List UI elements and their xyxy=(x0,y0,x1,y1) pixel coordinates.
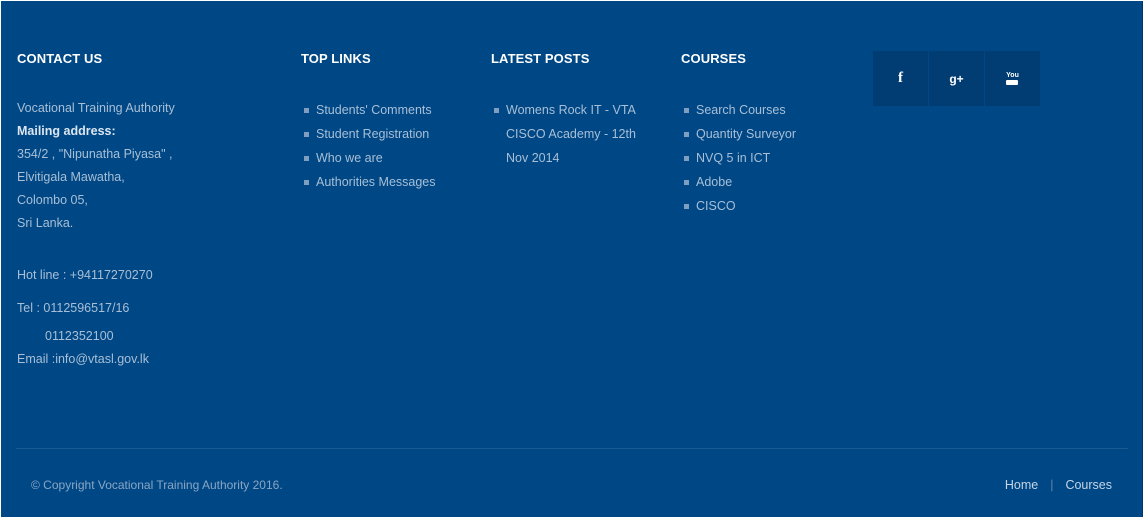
course-link-quantity-surveyor[interactable]: Quantity Surveyor xyxy=(681,122,851,146)
square-bullet-icon xyxy=(304,108,309,113)
square-bullet-icon xyxy=(684,108,689,113)
courses-heading: COURSES xyxy=(681,51,746,66)
address-line: Elvitigala Mawatha, xyxy=(17,170,125,184)
square-bullet-icon xyxy=(304,180,309,185)
square-bullet-icon xyxy=(494,108,499,113)
square-bullet-icon xyxy=(304,156,309,161)
footer-divider xyxy=(16,448,1128,449)
telephone-secondary: 0112352100 xyxy=(45,329,114,343)
google-plus-button[interactable]: g+ xyxy=(929,51,984,106)
square-bullet-icon xyxy=(684,132,689,137)
nav-separator: | xyxy=(1050,478,1054,492)
course-link-search-courses[interactable]: Search Courses xyxy=(681,98,851,122)
top-links-heading: TOP LINKS xyxy=(301,51,371,66)
square-bullet-icon xyxy=(684,204,689,209)
contact-heading: CONTACT US xyxy=(17,51,103,66)
contact-us-column: CONTACT US Vocational Training Authority… xyxy=(17,50,277,371)
facebook-button[interactable]: f xyxy=(873,51,928,106)
copyright-text: © Copyright Vocational Training Authorit… xyxy=(31,478,283,492)
square-bullet-icon xyxy=(684,156,689,161)
courses-column: COURSES Search Courses Quantity Surveyor… xyxy=(681,50,851,218)
site-footer: CONTACT US Vocational Training Authority… xyxy=(1,1,1143,517)
latest-post-link[interactable]: Womens Rock IT - VTA CISCO Academy - 12t… xyxy=(491,98,661,170)
youtube-button[interactable]: You xyxy=(985,51,1040,106)
course-link-adobe[interactable]: Adobe xyxy=(681,170,851,194)
top-link-student-registration[interactable]: Student Registration xyxy=(301,122,481,146)
facebook-icon: f xyxy=(898,70,903,86)
address-line: 354/2 , "Nipunatha Piyasa" , xyxy=(17,147,173,161)
latest-posts-column: LATEST POSTS Womens Rock IT - VTA CISCO … xyxy=(491,50,661,170)
square-bullet-icon xyxy=(304,132,309,137)
address-line: Colombo 05, xyxy=(17,193,88,207)
youtube-icon: You xyxy=(1006,72,1019,85)
email: Email :info@vtasl.gov.lk xyxy=(17,352,149,366)
course-link-nvq5-ict[interactable]: NVQ 5 in ICT xyxy=(681,146,851,170)
footer-nav: Home | Courses xyxy=(1005,478,1112,492)
footer-nav-home[interactable]: Home xyxy=(1005,478,1038,492)
top-link-authorities-messages[interactable]: Authorities Messages xyxy=(301,170,481,194)
top-link-who-we-are[interactable]: Who we are xyxy=(301,146,481,170)
social-links: f g+ You xyxy=(873,51,1041,106)
telephone: Tel : 0112596517/16 xyxy=(17,301,130,315)
latest-posts-heading: LATEST POSTS xyxy=(491,51,590,66)
footer-nav-courses[interactable]: Courses xyxy=(1065,478,1112,492)
hotline: Hot line : +94117270270 xyxy=(17,268,153,282)
google-plus-icon: g+ xyxy=(949,71,964,86)
address-line: Sri Lanka. xyxy=(17,216,74,230)
square-bullet-icon xyxy=(684,180,689,185)
top-links-column: TOP LINKS Students' Comments Student Reg… xyxy=(301,50,481,194)
top-link-students-comments[interactable]: Students' Comments xyxy=(301,98,481,122)
course-link-cisco[interactable]: CISCO xyxy=(681,194,851,218)
mailing-label: Mailing address: xyxy=(17,124,116,138)
org-name: Vocational Training Authority xyxy=(17,101,175,115)
